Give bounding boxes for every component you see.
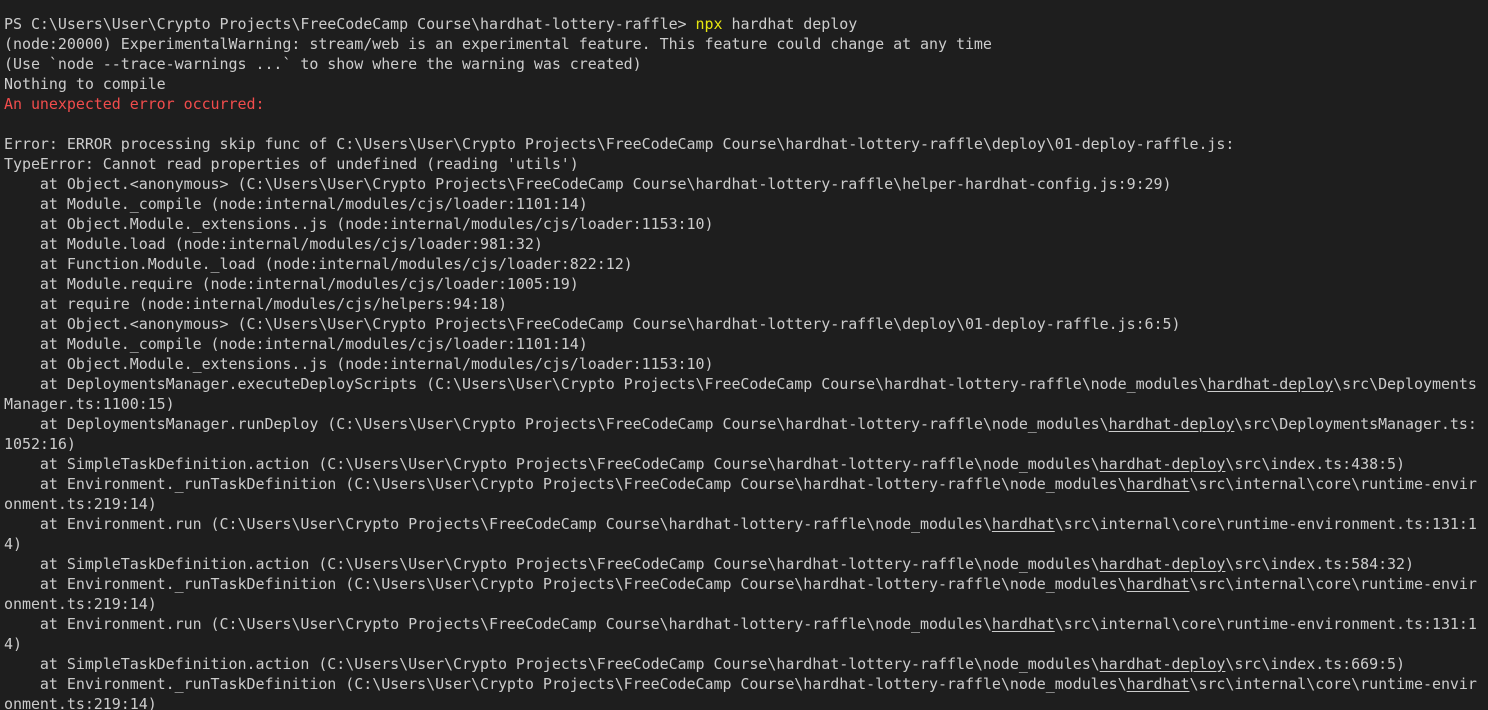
terminal-line: at Object.Module._extensions..js (node:i… (4, 214, 1484, 234)
terminal-text: \src\internal\core\runtime-envir (1189, 475, 1477, 493)
terminal-line: at Module.require (node:internal/modules… (4, 274, 1484, 294)
module-link[interactable]: hardhat-deploy (1207, 375, 1333, 393)
terminal-text: PS C:\Users\User\Crypto Projects\FreeCod… (4, 15, 696, 33)
terminal-line: 4) (4, 534, 1484, 554)
terminal-text: onment.ts:219:14) (4, 495, 157, 513)
module-link[interactable]: hardhat (1127, 675, 1190, 693)
terminal-text: at Environment.run (C:\Users\User\Crypto… (4, 515, 992, 533)
terminal-text: at SimpleTaskDefinition.action (C:\Users… (4, 655, 1100, 673)
error-message: An unexpected error occurred: (4, 95, 265, 113)
terminal-line: at Environment._runTaskDefinition (C:\Us… (4, 674, 1484, 694)
module-link[interactable]: hardhat (1127, 575, 1190, 593)
terminal-line (4, 0, 1484, 14)
terminal-line: Error: ERROR processing skip func of C:\… (4, 134, 1484, 154)
module-link[interactable]: hardhat-deploy (1100, 455, 1226, 473)
terminal-line: at Environment._runTaskDefinition (C:\Us… (4, 474, 1484, 494)
terminal-text: 4) (4, 635, 22, 653)
terminal-text: at Object.Module._extensions..js (node:i… (4, 355, 714, 373)
terminal-text: at DeploymentsManager.runDeploy (C:\User… (4, 415, 1109, 433)
terminal-output: PS C:\Users\User\Crypto Projects\FreeCod… (4, 0, 1484, 710)
terminal-line: (Use `node --trace-warnings ...` to show… (4, 54, 1484, 74)
terminal-line: at require (node:internal/modules/cjs/he… (4, 294, 1484, 314)
terminal-line: at DeploymentsManager.executeDeployScrip… (4, 374, 1484, 394)
terminal-text: \src\internal\core\runtime-envir (1189, 675, 1477, 693)
terminal-line: at Object.<anonymous> (C:\Users\User\Cry… (4, 314, 1484, 334)
terminal-line: at Environment._runTaskDefinition (C:\Us… (4, 574, 1484, 594)
terminal-line: at Function.Module._load (node:internal/… (4, 254, 1484, 274)
terminal-text: onment.ts:219:14) (4, 595, 157, 613)
terminal-text: \src\index.ts:669:5) (1225, 655, 1406, 673)
terminal-text: \src\index.ts:438:5) (1225, 455, 1406, 473)
terminal-line: TypeError: Cannot read properties of und… (4, 154, 1484, 174)
module-link[interactable]: hardhat (1127, 475, 1190, 493)
terminal-line: onment.ts:219:14) (4, 594, 1484, 614)
module-link[interactable]: hardhat-deploy (1100, 555, 1226, 573)
terminal-line: (node:20000) ExperimentalWarning: stream… (4, 34, 1484, 54)
terminal-line: at Object.<anonymous> (C:\Users\User\Cry… (4, 174, 1484, 194)
terminal-line: at Module.load (node:internal/modules/cj… (4, 234, 1484, 254)
terminal-line: at Environment.run (C:\Users\User\Crypto… (4, 614, 1484, 634)
terminal-line: at Object.Module._extensions..js (node:i… (4, 354, 1484, 374)
terminal-line: onment.ts:219:14) (4, 694, 1484, 710)
module-link[interactable]: hardhat-deploy (1100, 655, 1226, 673)
terminal-line: 4) (4, 634, 1484, 654)
command-name: npx (695, 15, 723, 33)
terminal-text: \src\internal\core\runtime-environment.t… (1054, 615, 1477, 633)
terminal-line: An unexpected error occurred: (4, 94, 1484, 114)
terminal-text: 1052:16) (4, 435, 76, 453)
terminal-line: at Module._compile (node:internal/module… (4, 194, 1484, 214)
terminal-line: at SimpleTaskDefinition.action (C:\Users… (4, 554, 1484, 574)
terminal-text: at SimpleTaskDefinition.action (C:\Users… (4, 455, 1100, 473)
terminal-text: \src\Deployments (1333, 375, 1477, 393)
terminal-text: at Environment._runTaskDefinition (C:\Us… (4, 575, 1127, 593)
terminal-text: at Module.load (node:internal/modules/cj… (4, 235, 543, 253)
terminal-text: \src\internal\core\runtime-environment.t… (1054, 515, 1477, 533)
terminal-line: PS C:\Users\User\Crypto Projects\FreeCod… (4, 14, 1484, 34)
terminal-line: at SimpleTaskDefinition.action (C:\Users… (4, 654, 1484, 674)
terminal-text: (node:20000) ExperimentalWarning: stream… (4, 35, 992, 53)
terminal-text: \src\DeploymentsManager.ts: (1234, 415, 1477, 433)
module-link[interactable]: hardhat (992, 615, 1055, 633)
module-link[interactable]: hardhat (992, 515, 1055, 533)
terminal-text: at Object.Module._extensions..js (node:i… (4, 215, 714, 233)
terminal-text: TypeError: Cannot read properties of und… (4, 155, 579, 173)
terminal-text: hardhat deploy (722, 15, 858, 33)
terminal-text: at SimpleTaskDefinition.action (C:\Users… (4, 555, 1100, 573)
terminal-text: \src\internal\core\runtime-envir (1189, 575, 1477, 593)
terminal-text: \src\index.ts:584:32) (1225, 555, 1414, 573)
terminal-text: at require (node:internal/modules/cjs/he… (4, 295, 507, 313)
terminal-line: Manager.ts:1100:15) (4, 394, 1484, 414)
terminal-text: at Function.Module._load (node:internal/… (4, 255, 633, 273)
terminal-text: at DeploymentsManager.executeDeployScrip… (4, 375, 1208, 393)
terminal-text: 4) (4, 535, 22, 553)
terminal-line: at Environment.run (C:\Users\User\Crypto… (4, 514, 1484, 534)
terminal-line: onment.ts:219:14) (4, 494, 1484, 514)
terminal-line: at Module._compile (node:internal/module… (4, 334, 1484, 354)
terminal-line: at SimpleTaskDefinition.action (C:\Users… (4, 454, 1484, 474)
terminal-line: Nothing to compile (4, 74, 1484, 94)
terminal-text: at Object.<anonymous> (C:\Users\User\Cry… (4, 175, 1172, 193)
terminal-text: at Module.require (node:internal/modules… (4, 275, 579, 293)
terminal-text: at Module._compile (node:internal/module… (4, 195, 588, 213)
module-link[interactable]: hardhat-deploy (1109, 415, 1235, 433)
terminal-text: onment.ts:219:14) (4, 695, 157, 710)
terminal-text: at Environment._runTaskDefinition (C:\Us… (4, 475, 1127, 493)
terminal-panel[interactable]: PS C:\Users\User\Crypto Projects\FreeCod… (0, 0, 1488, 710)
terminal-text: at Object.<anonymous> (C:\Users\User\Cry… (4, 315, 1181, 333)
terminal-line: at DeploymentsManager.runDeploy (C:\User… (4, 414, 1484, 434)
terminal-text: Error: ERROR processing skip func of C:\… (4, 135, 1235, 153)
terminal-text: Manager.ts:1100:15) (4, 395, 175, 413)
terminal-text: Nothing to compile (4, 75, 166, 93)
terminal-text: at Environment.run (C:\Users\User\Crypto… (4, 615, 992, 633)
terminal-text: at Module._compile (node:internal/module… (4, 335, 588, 353)
terminal-line: 1052:16) (4, 434, 1484, 454)
terminal-text: (Use `node --trace-warnings ...` to show… (4, 55, 642, 73)
terminal-text: at Environment._runTaskDefinition (C:\Us… (4, 675, 1127, 693)
